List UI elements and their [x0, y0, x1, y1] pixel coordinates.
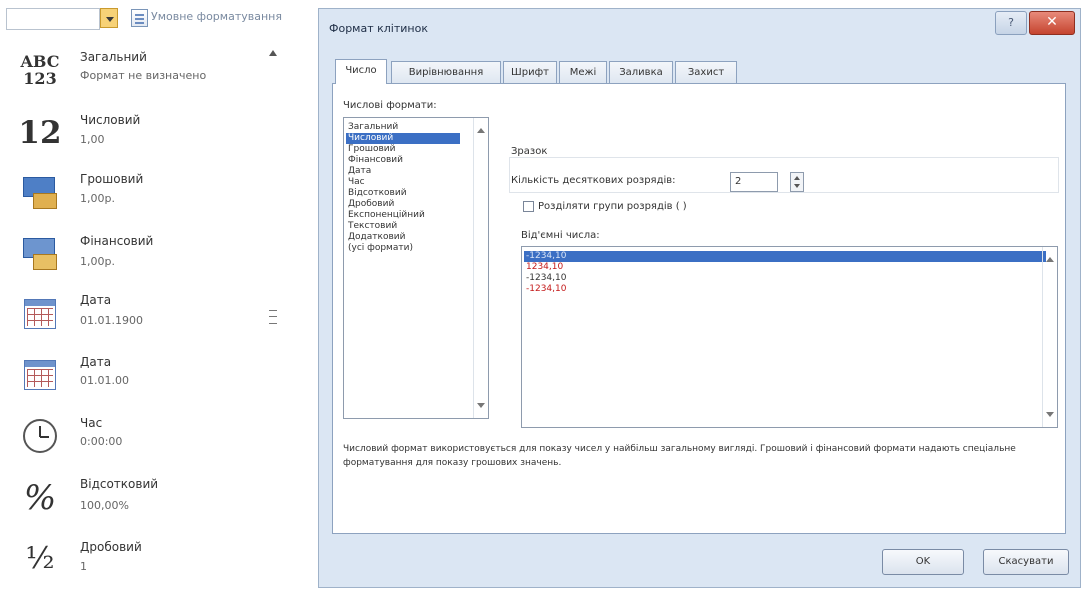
- category-item[interactable]: Загальний: [346, 122, 400, 133]
- category-item[interactable]: Відсотковий: [346, 188, 409, 199]
- negative-number-item[interactable]: -1234,10: [524, 273, 568, 284]
- gallery-item-name: Дробовий: [80, 540, 142, 554]
- decimals-spinner[interactable]: [790, 172, 804, 192]
- gallery-item-sample: 1,00р.: [80, 255, 115, 268]
- tab-alignment[interactable]: Вирівнювання: [391, 61, 501, 83]
- scroll-up-icon[interactable]: [269, 50, 277, 56]
- calendar-icon: [14, 292, 66, 336]
- category-item[interactable]: (усі формати): [346, 243, 415, 254]
- tab-fill[interactable]: Заливка: [609, 61, 673, 83]
- calendar-icon: [14, 353, 66, 397]
- tab-border[interactable]: Межі: [559, 61, 607, 83]
- gallery-item-name: Загальний: [80, 50, 147, 64]
- gallery-item-sample: 1,00р.: [80, 192, 115, 205]
- dialog-title: Формат клітинок: [329, 22, 428, 35]
- gallery-item-accounting[interactable]: Фінансовий 1,00р.: [0, 227, 265, 287]
- category-item[interactable]: Додатковий: [346, 232, 407, 243]
- help-button[interactable]: ?: [995, 11, 1027, 35]
- negative-number-item[interactable]: -1234,10: [524, 251, 1046, 262]
- gallery-item-name: Час: [80, 416, 103, 430]
- gallery-item-general[interactable]: ABC 123 Загальний Формат не визначено: [0, 44, 265, 104]
- sample-label: Зразок: [511, 146, 548, 157]
- separator-label: Розділяти групи розрядів ( ): [538, 201, 687, 212]
- gallery-item-sample: 0:00:00: [80, 435, 123, 448]
- cancel-button[interactable]: Скасувати: [983, 549, 1069, 575]
- gallery-item-name: Відсотковий: [80, 477, 159, 491]
- format-description: Числовий формат використовується для пок…: [343, 444, 1016, 468]
- gallery-item-currency[interactable]: Грошовий 1,00р.: [0, 166, 265, 226]
- number-12-icon: 12: [18, 115, 62, 151]
- gallery-item-name: Дата: [80, 293, 112, 307]
- category-item[interactable]: Час: [346, 177, 367, 188]
- gallery-item-name: Фінансовий: [80, 234, 154, 248]
- category-item[interactable]: Грошовий: [346, 144, 397, 155]
- categories-label: Числові формати:: [343, 100, 437, 111]
- scroll-up-icon[interactable]: [1046, 257, 1054, 262]
- chevron-down-icon[interactable]: [100, 8, 118, 28]
- tab-protection[interactable]: Захист: [675, 61, 737, 83]
- gallery-toolbar: Умовне форматування: [0, 0, 282, 36]
- category-item[interactable]: Дата: [346, 166, 373, 177]
- decimals-input[interactable]: 2: [730, 172, 778, 192]
- scroll-up-icon[interactable]: [477, 128, 485, 133]
- category-scrollbar[interactable]: [473, 118, 488, 418]
- gallery-item-sample: 100,00%: [80, 499, 129, 512]
- ok-button[interactable]: OK: [882, 549, 964, 575]
- abc-123-icon: ABC 123: [20, 52, 60, 88]
- gallery-item-name: Дата: [80, 355, 112, 369]
- category-item[interactable]: Фінансовий: [346, 155, 405, 166]
- negative-number-item[interactable]: -1234,10: [524, 284, 568, 295]
- gallery-item-number[interactable]: 12 Числовий 1,00: [0, 105, 265, 165]
- gallery-item-sample: 01.01.1900: [80, 314, 143, 327]
- scroll-thumb[interactable]: [269, 310, 277, 324]
- number-format-gallery: Умовне форматування ABC 123 Загальний Фор…: [0, 0, 282, 588]
- scroll-down-icon[interactable]: [477, 403, 485, 408]
- clock-icon: [14, 414, 66, 458]
- category-item[interactable]: Числовий: [346, 133, 460, 144]
- gallery-item-name: Числовий: [80, 113, 141, 127]
- gallery-scrollbar[interactable]: [266, 38, 280, 586]
- separator-checkbox[interactable]: [523, 201, 534, 212]
- gallery-item-time[interactable]: Час 0:00:00: [0, 410, 265, 470]
- gallery-item-sample: 1,00: [80, 133, 105, 146]
- gallery-item-date-long[interactable]: Дата 01.01.1900: [0, 288, 265, 348]
- gallery-item-fraction[interactable]: ½ Дробовий 1: [0, 532, 265, 592]
- gallery-item-sample: 01.01.00: [80, 374, 129, 387]
- category-item[interactable]: Експоненційний: [346, 210, 427, 221]
- tab-number[interactable]: Число: [335, 59, 387, 84]
- fraction-icon: ½: [25, 540, 55, 576]
- gallery-list: ABC 123 Загальний Формат не визначено 12 …: [0, 38, 265, 588]
- negative-numbers-label: Від'ємні числа:: [521, 230, 600, 241]
- tab-font[interactable]: Шрифт: [503, 61, 557, 83]
- negative-number-item[interactable]: 1234,10: [524, 262, 565, 273]
- decimals-label: Кількість десяткових розрядів:: [511, 175, 676, 186]
- conditional-format-button[interactable]: Умовне форматування: [151, 10, 282, 23]
- close-button[interactable]: ✕: [1029, 11, 1075, 35]
- category-item[interactable]: Текстовий: [346, 221, 399, 232]
- category-item[interactable]: Дробовий: [346, 199, 396, 210]
- gallery-item-percent[interactable]: % Відсотковий 100,00%: [0, 472, 265, 532]
- format-cells-dialog: Формат клітинок ? ✕ Число Вирівнювання Ш…: [318, 8, 1081, 588]
- number-tab-panel: Числові формати: Загальний Числовий Грош…: [332, 83, 1066, 534]
- gallery-item-date-short[interactable]: Дата 01.01.00: [0, 349, 265, 409]
- gallery-item-sample: Формат не визначено: [80, 69, 207, 82]
- percent-icon: %: [23, 478, 57, 518]
- scroll-down-icon[interactable]: [1046, 412, 1054, 417]
- negative-list-scrollbar[interactable]: [1042, 247, 1057, 427]
- currency-icon: [14, 170, 66, 214]
- conditional-format-icon[interactable]: [131, 9, 148, 27]
- accounting-icon: [14, 231, 66, 275]
- gallery-item-sample: 1: [80, 560, 87, 573]
- number-format-combo[interactable]: [6, 8, 100, 30]
- negative-numbers-list[interactable]: -1234,10 1234,10 -1234,10 -1234,10: [521, 246, 1058, 428]
- category-list[interactable]: Загальний Числовий Грошовий Фінансовий Д…: [343, 117, 489, 419]
- gallery-item-name: Грошовий: [80, 172, 144, 186]
